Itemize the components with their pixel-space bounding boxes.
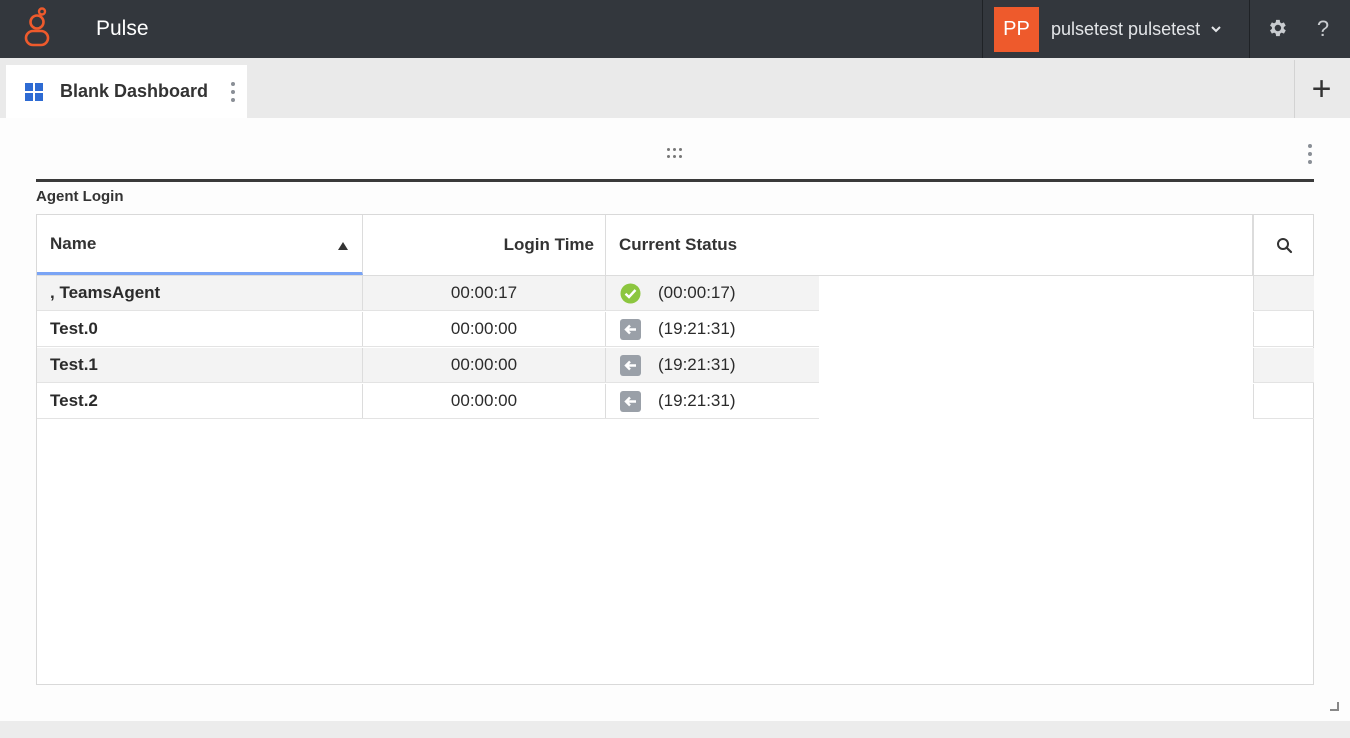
status-duration: (19:21:31) (658, 355, 736, 374)
cell-name: Test.0 (37, 312, 363, 346)
dashboard-grid-icon (25, 82, 43, 101)
column-header-label: Current Status (619, 235, 738, 254)
user-name: pulsetest pulsetest (1051, 18, 1201, 39)
cell-name: Test.1 (37, 348, 363, 382)
column-header-label: Login Time (503, 235, 594, 254)
status-duration: (00:00:17) (658, 283, 736, 302)
help-icon[interactable]: ? (1312, 0, 1334, 58)
agent-login-table: Name Login Time Current Status , TeamsAg… (36, 214, 1314, 685)
genesys-logo-icon[interactable] (22, 7, 52, 49)
column-header-current-status[interactable]: Current Status (606, 215, 1253, 275)
status-duration: (19:21:31) (658, 319, 736, 338)
gear-icon[interactable] (1266, 17, 1288, 39)
cell-name: , TeamsAgent (37, 276, 363, 310)
cell-login-time: 00:00:17 (363, 276, 606, 310)
user-menu[interactable]: PP pulsetest pulsetest (982, 0, 1250, 58)
row-action-cell (1253, 384, 1314, 419)
table-row[interactable]: Test.2 00:00:00 (19:21:31) (37, 384, 819, 419)
column-header-login-time[interactable]: Login Time (363, 215, 606, 275)
table-row[interactable]: Test.1 00:00:00 (19:21:31) (37, 348, 819, 383)
chevron-down-icon (1211, 26, 1221, 33)
widget-divider (36, 179, 1314, 182)
column-header-name[interactable]: Name (37, 215, 363, 275)
logout-arrow-icon (620, 318, 641, 340)
drag-handle-icon[interactable] (667, 148, 683, 158)
cell-current-status: (19:21:31) (606, 312, 819, 346)
cell-current-status: (00:00:17) (606, 276, 819, 310)
column-header-label: Name (50, 233, 97, 253)
cell-current-status: (19:21:31) (606, 348, 819, 382)
tab-blank-dashboard[interactable]: Blank Dashboard (6, 65, 247, 118)
row-action-cell (1253, 276, 1314, 311)
row-action-cell (1253, 312, 1314, 347)
check-circle-icon (620, 283, 641, 303)
app-title: Pulse (96, 17, 149, 40)
sort-ascending-icon (338, 242, 348, 250)
dashboard-tab-strip: Blank Dashboard (0, 58, 1350, 118)
top-bar: Pulse PP pulsetest pulsetest ? (0, 0, 1350, 58)
tab-label: Blank Dashboard (60, 81, 209, 101)
avatar: PP (994, 6, 1039, 52)
bottom-bar (0, 721, 1350, 738)
resize-handle-icon[interactable] (1330, 702, 1339, 711)
tab-menu-icon[interactable] (228, 80, 238, 104)
widget-title: Agent Login (36, 188, 124, 205)
cell-current-status: (19:21:31) (606, 384, 819, 418)
row-action-cell (1253, 348, 1314, 383)
table-row[interactable]: Test.0 00:00:00 (19:21:31) (37, 312, 819, 347)
cell-login-time: 00:00:00 (363, 384, 606, 418)
status-duration: (19:21:31) (658, 391, 736, 410)
add-dashboard-button[interactable]: + (1294, 60, 1348, 118)
widget-menu-icon[interactable] (1305, 142, 1315, 166)
cell-login-time: 00:00:00 (363, 348, 606, 382)
table-row[interactable]: , TeamsAgent 00:00:17 (00:00:17) (37, 276, 819, 311)
cell-name: Test.2 (37, 384, 363, 418)
search-button[interactable] (1253, 215, 1314, 275)
logout-arrow-icon (620, 390, 641, 412)
search-icon (1276, 237, 1292, 253)
logout-arrow-icon (620, 354, 641, 376)
cell-login-time: 00:00:00 (363, 312, 606, 346)
